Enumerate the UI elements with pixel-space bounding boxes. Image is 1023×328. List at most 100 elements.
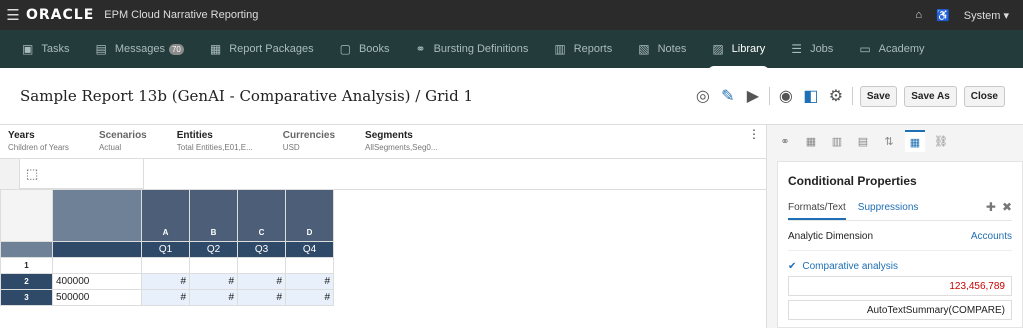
add-icon[interactable]: ✚	[986, 200, 996, 214]
nav-item-label: Reports	[573, 43, 613, 55]
help-icon[interactable]: ◎	[694, 86, 712, 106]
table-row: 1	[0, 257, 334, 274]
pov-menu-icon[interactable]: ⋮	[748, 128, 760, 140]
title-bar: Sample Report 13b (GenAI - Comparative A…	[0, 68, 1023, 124]
delete-icon[interactable]: ✖	[1002, 200, 1012, 214]
pov-years[interactable]: Years Children of Years	[8, 130, 69, 158]
data-cell[interactable]	[141, 257, 190, 274]
column-letter[interactable]: C	[237, 189, 286, 242]
data-cell[interactable]: #	[285, 289, 334, 306]
column-letter[interactable]: D	[285, 189, 334, 242]
save-button[interactable]: Save	[859, 85, 898, 107]
data-cell[interactable]: #	[141, 273, 190, 290]
nav-item-reports[interactable]: ▥ Reports	[554, 30, 612, 68]
close-button[interactable]: Close	[963, 85, 1005, 107]
number-format-field[interactable]: 123,456,789	[788, 276, 1012, 296]
condition-item[interactable]: ✔ Comparative analysis	[788, 261, 1012, 272]
nav-item-academy[interactable]: ▭ Academy	[859, 30, 924, 68]
nav-item-messages[interactable]: ▤ Messages 70	[95, 30, 184, 68]
data-cell[interactable]: #	[189, 289, 238, 306]
formula-field[interactable]: AutoTextSummary(COMPARE)	[788, 300, 1012, 320]
pov-value: USD	[282, 143, 300, 152]
chain-icon[interactable]: ⛓	[931, 130, 951, 152]
pov-segments[interactable]: Segments AllSegments,Seg0...	[365, 130, 437, 158]
column-letter[interactable]: B	[189, 189, 238, 242]
link-icon[interactable]: ⚭	[775, 130, 795, 152]
academy-icon: ▭	[859, 42, 871, 56]
table-row: 2 400000 # # # #	[0, 273, 334, 290]
hamburger-menu-icon[interactable]: ☰	[0, 6, 26, 24]
nav-bar: ▣ Tasks ▤ Messages 70 ▦ Report Packages ▢ Books ⚭…	[0, 30, 1023, 72]
nav-item-books[interactable]: ▢ Books	[340, 30, 390, 68]
pov-value: Total Entities,E01,E...	[176, 143, 253, 152]
condition-label: Comparative analysis	[802, 261, 898, 272]
data-cell[interactable]: #	[237, 289, 286, 306]
sort-icon[interactable]: ⇅	[879, 130, 899, 152]
grid-icon[interactable]: ▦	[801, 130, 821, 152]
data-cell[interactable]: #	[285, 273, 334, 290]
panel-title: Conditional Properties	[788, 174, 917, 188]
column-header[interactable]: Q3	[237, 241, 286, 258]
nav-item-tasks[interactable]: ▣ Tasks	[22, 30, 69, 68]
edit-icon[interactable]: ✎	[719, 86, 737, 106]
nav-item-library[interactable]: ▨ Library	[708, 30, 770, 72]
data-cell[interactable]: #	[141, 289, 190, 306]
layout-icon[interactable]: ◧	[802, 86, 820, 106]
row-number[interactable]: 2	[0, 273, 53, 290]
dimension-value-link[interactable]: Accounts	[971, 231, 1012, 242]
gear-icon[interactable]: ⚙	[827, 86, 845, 106]
accessibility-icon[interactable]: ♿	[936, 9, 950, 22]
top-bar: ☰ ORACLE EPM Cloud Narrative Reporting ⌂…	[0, 0, 1023, 30]
pov-scenarios[interactable]: Scenarios Actual	[99, 130, 147, 158]
preview-icon[interactable]: ▶	[744, 86, 762, 106]
notes-icon: ▧	[638, 42, 650, 56]
target-icon[interactable]: ◉	[777, 86, 795, 106]
row-number[interactable]: 3	[0, 289, 53, 306]
pov-currencies[interactable]: Currencies USD	[283, 130, 335, 158]
nav-item-jobs[interactable]: ☰ Jobs	[791, 30, 833, 68]
column-icon[interactable]: ▥	[827, 130, 847, 152]
messages-icon: ▤	[95, 42, 107, 56]
data-cell[interactable]	[237, 257, 286, 274]
home-icon[interactable]: ⌂	[915, 9, 922, 21]
tasks-icon: ▣	[22, 42, 34, 56]
grid-table-wrap: A B C D Q1 Q2 Q3 Q4 1 2 400000 # # # #3 500000 # # # #	[0, 189, 334, 306]
data-cell[interactable]: #	[237, 273, 286, 290]
grid-area: Years Children of Years Scenarios Actual Ent…	[0, 124, 766, 328]
nav-item-label: Notes	[657, 43, 687, 55]
column-header[interactable]: Q2	[189, 241, 238, 258]
row-gutter	[0, 241, 53, 258]
column-header[interactable]: Q4	[285, 241, 334, 258]
pov-header: Entities	[176, 130, 213, 141]
nav-item-bursting-definitions[interactable]: ⚭ Bursting Definitions	[416, 30, 529, 68]
row-label[interactable]: 500000	[52, 289, 142, 306]
tab-formats-text[interactable]: Formats/Text	[788, 202, 846, 220]
row-label[interactable]	[52, 257, 142, 274]
pov-entities[interactable]: Entities Total Entities,E01,E...	[177, 130, 253, 158]
nav-item-report-packages[interactable]: ▦ Report Packages	[210, 30, 314, 68]
pov-header: Segments	[365, 130, 413, 141]
nav-item-label: Library	[731, 43, 766, 55]
cube-icon[interactable]: ⬚	[26, 166, 38, 182]
row-label[interactable]: 400000	[52, 273, 142, 290]
save-as-button[interactable]: Save As	[904, 85, 957, 107]
user-menu[interactable]: System ▾	[964, 9, 1009, 22]
data-cell[interactable]: #	[189, 273, 238, 290]
conditional-format-icon[interactable]: ▦	[905, 130, 925, 152]
data-cell[interactable]	[189, 257, 238, 274]
row-header-col	[52, 189, 142, 242]
column-header[interactable]: Q1	[141, 241, 190, 258]
panel-actions: ✚ ✖	[986, 200, 1012, 214]
row-icon[interactable]: ▤	[853, 130, 873, 152]
bursting-definitions-icon: ⚭	[415, 42, 426, 56]
pov-value: Children of Years	[8, 143, 69, 152]
row-number[interactable]: 1	[0, 257, 53, 274]
properties-panel: ⚭ ▦ ▥ ▤ ⇅ ▦ ⛓ Conditional Properties For…	[766, 124, 1023, 328]
column-header-row: Q1 Q2 Q3 Q4	[0, 241, 334, 258]
column-letter[interactable]: A	[141, 189, 190, 242]
nav-item-label: Messages	[114, 43, 165, 55]
nav-item-notes[interactable]: ▧ Notes	[638, 30, 686, 68]
data-cell[interactable]	[285, 257, 334, 274]
panel-tabs: ⚭ ▦ ▥ ▤ ⇅ ▦ ⛓	[767, 125, 1023, 157]
tab-suppressions[interactable]: Suppressions	[858, 202, 919, 213]
